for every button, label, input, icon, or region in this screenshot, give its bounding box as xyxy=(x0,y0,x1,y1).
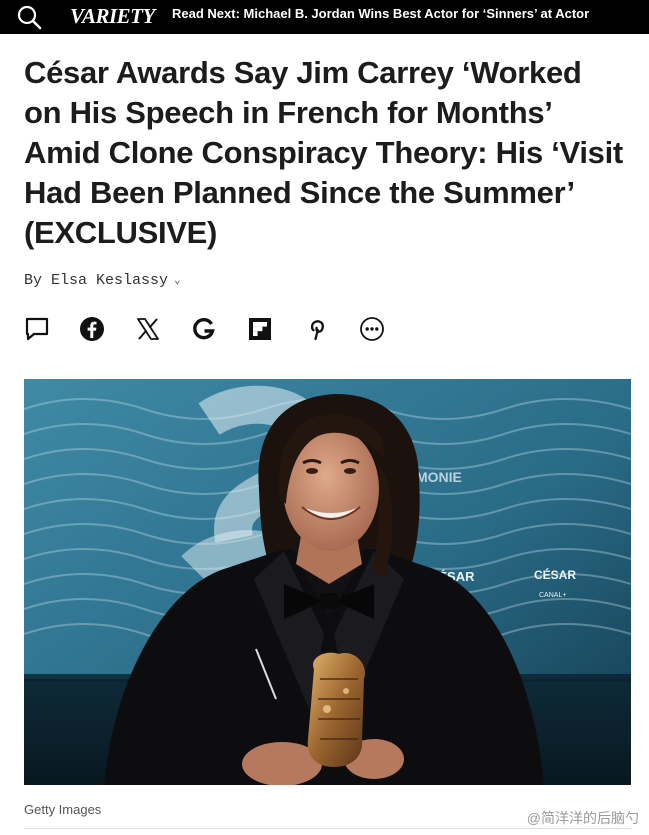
more-icon[interactable] xyxy=(359,315,385,343)
backdrop-text: MONIE xyxy=(416,469,462,485)
cesar-logo-right: CÉSAR xyxy=(534,567,576,582)
photo-credit: Getty Images xyxy=(24,802,102,817)
variety-logo[interactable]: VARIETY xyxy=(70,3,155,29)
top-bar: VARIETY Read Next: Michael B. Jordan Win… xyxy=(0,0,649,34)
google-icon[interactable] xyxy=(191,315,217,343)
comment-icon[interactable] xyxy=(24,315,50,343)
byline[interactable]: By Elsa Keslassy ⌄ xyxy=(24,272,181,289)
canal-plus-text: CANAL+ xyxy=(539,592,566,599)
hero-photo: MONIE CÉSAR CÉSAR CANAL+ xyxy=(24,379,631,785)
x-icon[interactable] xyxy=(135,315,161,343)
search-icon[interactable] xyxy=(16,4,42,30)
article-headline: César Awards Say Jim Carrey ‘Worked on H… xyxy=(24,55,623,250)
pinterest-icon[interactable] xyxy=(304,315,330,343)
divider xyxy=(24,828,631,829)
watermark: @简洋洋的后脑勺 xyxy=(526,810,639,826)
flipboard-icon[interactable] xyxy=(247,315,273,343)
read-next-link[interactable]: Read Next: Michael B. Jordan Wins Best A… xyxy=(172,0,649,34)
chevron-down-icon[interactable]: ⌄ xyxy=(174,273,181,287)
byline-author[interactable]: By Elsa Keslassy xyxy=(24,272,168,289)
facebook-icon[interactable] xyxy=(79,315,105,343)
